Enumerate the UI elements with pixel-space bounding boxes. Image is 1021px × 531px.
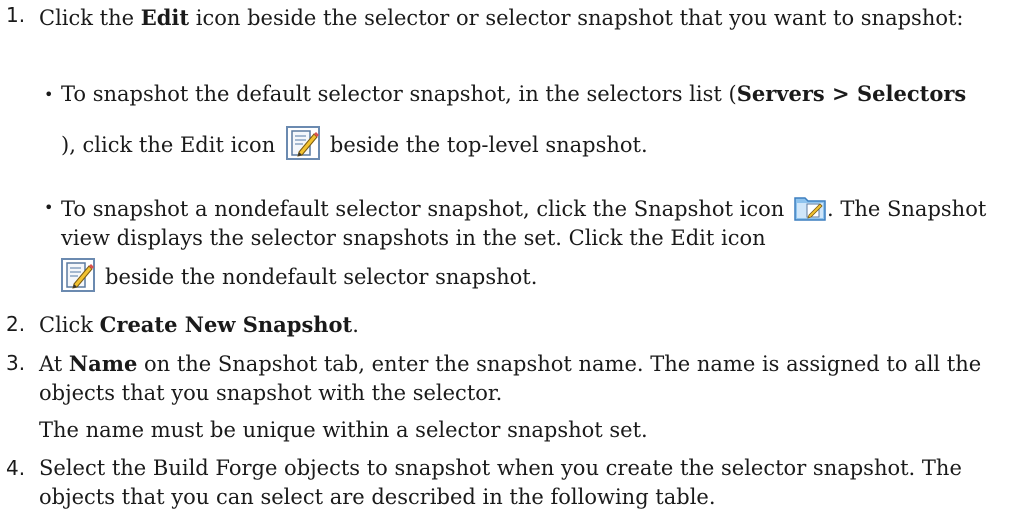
document-page: 1. Click the Edit icon beside the select… [0,0,1021,531]
step-number: 4. [6,456,26,480]
step-bold-term: Edit [140,5,190,30]
bullet-text: To snapshot the default selector snapsho… [61,81,967,106]
step-text: At Name on the Snapshot tab, enter the s… [39,351,982,405]
bullet-text: To snapshot a nondefault selector snapsh… [61,192,991,253]
step-text: Click Create New Snapshot. [39,312,359,337]
step-number: 2. [6,312,26,336]
bullet-text-line2: ), click the Edit icon beside the top-le… [61,126,991,163]
menu-path: Servers > Selectors [736,81,967,106]
step-bold-term: Name [68,351,138,376]
edit-icon [61,258,95,292]
bullet-marker: • [44,85,54,104]
step-note: The name must be unique within a selecto… [39,418,648,442]
step-number: 1. [6,3,26,27]
step-number: 3. [6,351,26,375]
step-text-post: icon beside the selector or selector sna… [189,6,964,30]
snapshot-icon [793,192,827,222]
edit-icon [286,126,320,160]
bullet-text-line3: beside the nondefault selector snapshot. [61,258,991,295]
step-text: Click the Edit icon beside the selector … [39,3,989,33]
bullet-marker: • [44,198,54,217]
step-bold-term: Create New Snapshot [99,312,353,337]
step-text-pre: Click the [39,6,141,30]
step-text: Select the Build Forge objects to snapsh… [39,456,962,509]
